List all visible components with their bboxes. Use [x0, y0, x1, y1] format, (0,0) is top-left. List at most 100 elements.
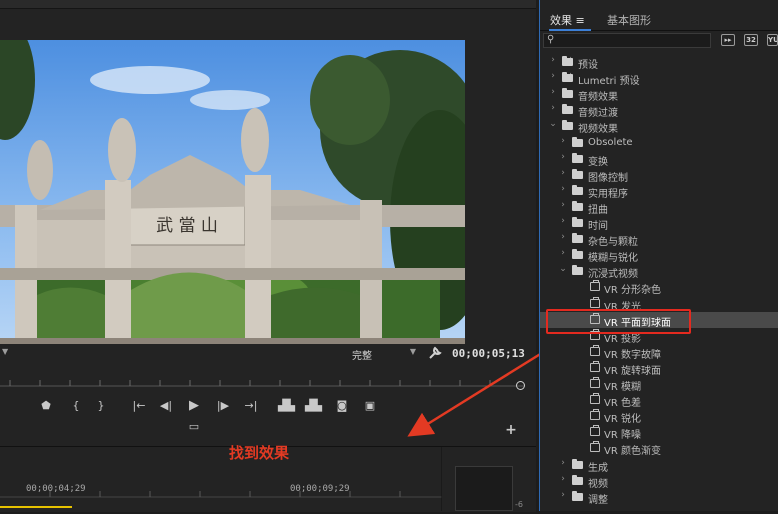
comparison-view-icon[interactable]: ▣	[362, 398, 378, 414]
star-icon: ★	[568, 72, 574, 80]
folder-icon	[562, 120, 573, 131]
effect-icon	[590, 425, 600, 437]
chevron-down-icon[interactable]: ⌄	[558, 264, 568, 274]
effect-item[interactable]: VR 色差	[540, 392, 778, 409]
chevron-right-icon[interactable]: ›	[548, 103, 558, 113]
effect-folder[interactable]: › 时间	[540, 215, 778, 232]
video-frame-image: 武 當 山	[0, 40, 465, 344]
32bit-effects-icon[interactable]: 32	[744, 34, 758, 46]
chevron-right-icon[interactable]: ›	[558, 232, 568, 242]
step-forward-icon[interactable]: |▶	[215, 398, 231, 414]
play-icon[interactable]: ▶	[186, 398, 202, 414]
effect-folder[interactable]: › 图像控制	[540, 167, 778, 184]
effect-folder[interactable]: › 模糊与锐化	[540, 247, 778, 265]
panel-menu-icon[interactable]: ≡	[576, 14, 585, 27]
effect-folder[interactable]: › 杂色与颗粒	[540, 231, 778, 249]
tree-item-label: 模糊与锐化	[588, 253, 638, 265]
tab-essential-graphics[interactable]: 基本图形	[607, 12, 651, 28]
folder-icon	[572, 265, 583, 276]
chevron-right-icon[interactable]: ›	[558, 152, 568, 162]
chevron-right-icon[interactable]: ›	[548, 55, 558, 65]
folder-icon	[572, 136, 583, 147]
effect-folder[interactable]: ⌄ 视频效果	[540, 118, 778, 136]
in-point-icon[interactable]: {	[68, 398, 84, 414]
effect-folder[interactable]: › 音频过渡	[540, 102, 778, 120]
tree-item-label: Obsolete	[588, 136, 633, 148]
effect-item[interactable]: VR 旋转球面	[540, 360, 778, 377]
tree-item-label: VR 旋转球面	[604, 365, 661, 377]
folder-icon	[572, 233, 583, 244]
effect-folder[interactable]: › 音频效果	[540, 86, 778, 104]
go-to-out-icon[interactable]: →|	[243, 398, 259, 414]
tree-item-label: VR 降噪	[604, 430, 641, 442]
folder-icon	[572, 168, 583, 179]
effects-search-input[interactable]: ⚲	[543, 33, 711, 48]
chevron-right-icon[interactable]: ›	[558, 200, 568, 210]
resolution-value: 完整	[352, 351, 372, 362]
lift-icon[interactable]: ▟▙	[278, 398, 295, 414]
folder-icon	[572, 474, 583, 485]
timeline-ruler[interactable]	[0, 447, 443, 511]
folder-icon	[572, 200, 583, 211]
export-frame-icon[interactable]: ◙	[334, 398, 350, 414]
effect-folder[interactable]: › Obsolete	[540, 135, 778, 151]
effect-item[interactable]: VR 颜色渐变	[540, 440, 778, 457]
panel-top-strip	[0, 0, 536, 9]
effect-item[interactable]: VR 数字故障	[540, 344, 778, 361]
chevron-right-icon[interactable]: ›	[558, 490, 568, 500]
folder-icon	[572, 217, 583, 227]
tree-item-label: 变换	[588, 156, 608, 168]
extract-icon[interactable]: ▟▙	[305, 398, 322, 414]
folder-icon	[562, 88, 573, 99]
tree-item-label: 音频效果	[578, 92, 618, 104]
folder-icon	[572, 490, 583, 501]
tree-item-label: 扭曲	[588, 204, 608, 216]
tree-item-label: VR 分形杂色	[604, 285, 661, 297]
effect-item[interactable]: VR 模糊	[540, 376, 778, 393]
tree-item-label: Lumetri 预设	[578, 76, 640, 88]
chevron-right-icon[interactable]: ›	[558, 458, 568, 468]
zoom-level-dropdown[interactable]: ▼	[2, 347, 18, 361]
effect-folder[interactable]: › ★ Lumetri 预设	[540, 70, 778, 88]
effect-folder[interactable]: › 视频	[540, 473, 778, 490]
chevron-right-icon[interactable]: ›	[548, 71, 558, 81]
preset-folder-icon: ★	[562, 72, 574, 83]
effect-item[interactable]: VR 降噪	[540, 424, 778, 442]
marker-icon[interactable]: ⬟	[38, 398, 54, 414]
timeline-time-label: 00;00;09;29	[290, 484, 350, 494]
chevron-right-icon[interactable]: ›	[558, 168, 568, 178]
effect-folder[interactable]: › 扭曲	[540, 199, 778, 216]
out-point-icon[interactable]: }	[93, 398, 109, 414]
effect-folder[interactable]: › 调整	[540, 489, 778, 506]
effect-folder[interactable]: ⌄ 沉浸式视频	[540, 263, 778, 280]
safe-margins-icon[interactable]: ▭	[186, 419, 202, 435]
chevron-right-icon[interactable]: ›	[558, 474, 568, 484]
tree-item-label: 杂色与颗粒	[588, 237, 638, 249]
effect-folder[interactable]: › ★ 预设	[540, 54, 778, 71]
search-icon: ⚲	[547, 34, 555, 45]
accelerated-effects-icon[interactable]: ▸▸	[721, 34, 735, 46]
chevron-right-icon[interactable]: ›	[558, 184, 568, 194]
effect-item[interactable]: VR 分形杂色	[540, 279, 778, 297]
effect-folder[interactable]: › 变换	[540, 151, 778, 168]
chevron-down-icon[interactable]: ⌄	[548, 119, 558, 129]
tree-item-label: 预设	[578, 60, 598, 71]
step-back-icon[interactable]: ◀|	[158, 398, 174, 414]
chevron-right-icon[interactable]: ›	[558, 216, 568, 226]
effect-icon	[590, 377, 600, 388]
effect-item[interactable]: VR 锐化	[540, 408, 778, 425]
tab-effects[interactable]: 效果 ≡	[550, 12, 585, 28]
effect-folder[interactable]: › 实用程序	[540, 183, 778, 200]
effect-icon	[590, 409, 600, 421]
effect-icon	[590, 441, 600, 453]
chevron-right-icon[interactable]: ›	[548, 87, 558, 97]
work-area-bar[interactable]	[0, 506, 72, 508]
effect-folder[interactable]: › 生成	[540, 457, 778, 474]
tree-item-label: 视频效果	[578, 124, 618, 136]
chevron-right-icon[interactable]: ›	[558, 248, 568, 258]
go-to-in-icon[interactable]: |←	[131, 398, 147, 414]
yuv-effects-icon[interactable]: YUV	[767, 34, 778, 46]
tree-item-label: 实用程序	[588, 188, 628, 200]
tree-item-label: 音频过渡	[578, 108, 618, 120]
chevron-right-icon[interactable]: ›	[558, 136, 568, 146]
